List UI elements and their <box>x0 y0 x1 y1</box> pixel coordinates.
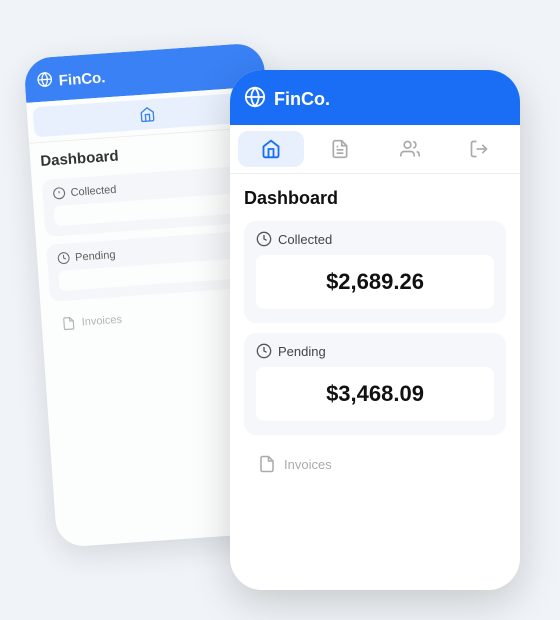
pending-value: $3,468.09 <box>326 381 424 406</box>
back-dashboard-title: Dashboard <box>40 138 261 170</box>
invoices-item[interactable]: Invoices <box>244 445 506 483</box>
nav-item-users[interactable] <box>377 131 443 167</box>
app-name: FinCo. <box>274 89 330 110</box>
phone-header: FinCo. <box>230 70 520 125</box>
collected-value: $2,689.26 <box>326 269 424 294</box>
back-pending-label: Pending <box>75 249 116 264</box>
collected-value-box: $2,689.26 <box>256 255 494 309</box>
collected-card: Collected $2,689.26 <box>244 221 506 323</box>
back-collected-label: Collected <box>70 183 117 198</box>
collected-card-header: Collected <box>256 231 494 247</box>
invoices-label: Invoices <box>284 457 332 472</box>
phone-front: FinCo. <box>230 70 520 590</box>
dashboard-content: Dashboard Collected $2,689.26 <box>230 174 520 497</box>
nav-item-home[interactable] <box>238 131 304 167</box>
pending-card: Pending $3,468.09 <box>244 333 506 435</box>
back-globe-icon <box>36 71 53 92</box>
nav-bar <box>230 125 520 174</box>
collected-label: Collected <box>278 232 332 247</box>
pending-label: Pending <box>278 344 326 359</box>
back-app-name: FinCo. <box>58 69 106 89</box>
scene: FinCo. Dashboard Collected <box>40 30 520 590</box>
nav-item-logout[interactable] <box>447 131 513 167</box>
back-invoices-label: Invoices <box>81 314 122 329</box>
nav-item-documents[interactable] <box>308 131 374 167</box>
pending-card-header: Pending <box>256 343 494 359</box>
pending-value-box: $3,468.09 <box>256 367 494 421</box>
dashboard-title: Dashboard <box>244 188 506 209</box>
globe-icon <box>244 86 266 113</box>
